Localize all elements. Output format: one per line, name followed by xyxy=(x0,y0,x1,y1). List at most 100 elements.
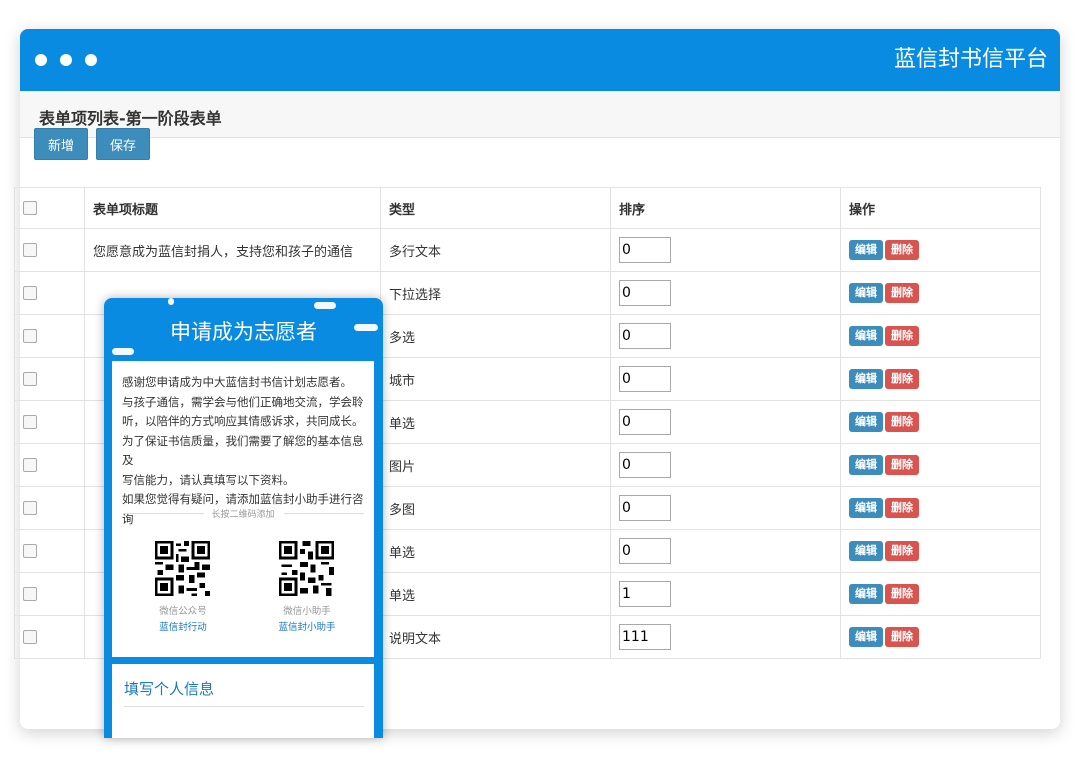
item-type: 图片 xyxy=(380,443,611,487)
row-select-cell xyxy=(14,228,85,272)
delete-button[interactable]: 删除 xyxy=(885,455,919,475)
item-actions: 编辑 删除 xyxy=(840,314,1041,358)
add-button[interactable]: 新增 xyxy=(34,128,88,160)
item-sort-cell xyxy=(610,615,841,659)
save-button[interactable]: 保存 xyxy=(96,128,150,160)
delete-button[interactable]: 删除 xyxy=(885,627,919,647)
sort-order-input[interactable] xyxy=(619,409,671,435)
sort-order-input[interactable] xyxy=(619,452,671,478)
item-actions: 编辑 删除 xyxy=(840,572,1041,616)
window-dot-icon xyxy=(85,54,97,66)
sort-order-input[interactable] xyxy=(619,237,671,263)
row-select-cell xyxy=(14,529,85,573)
row-checkbox[interactable] xyxy=(23,544,37,558)
row-select-cell xyxy=(14,572,85,616)
qr-caption: 微信公众号 xyxy=(159,606,207,617)
row-select-cell xyxy=(14,486,85,530)
cloud-icon xyxy=(314,302,336,309)
row-select-cell xyxy=(14,615,85,659)
row-checkbox[interactable] xyxy=(23,458,37,472)
divider xyxy=(124,706,364,707)
sort-order-input[interactable] xyxy=(619,495,671,521)
cloud-icon xyxy=(168,298,174,305)
qr-code-icon[interactable] xyxy=(155,541,210,596)
column-header-sort: 排序 xyxy=(610,187,841,229)
brand-title: 蓝信封书信平台 xyxy=(893,47,1048,72)
row-checkbox[interactable] xyxy=(23,415,37,429)
sort-order-input[interactable] xyxy=(619,366,671,392)
sort-order-input[interactable] xyxy=(619,624,671,650)
qr-caption: 微信小助手 xyxy=(283,606,331,617)
intro-line: 写信能力，请认真填写以下资料。 xyxy=(122,472,295,487)
row-select-cell xyxy=(14,400,85,444)
edit-button[interactable]: 编辑 xyxy=(849,326,883,346)
edit-button[interactable]: 编辑 xyxy=(849,584,883,604)
window-dot-icon xyxy=(35,54,47,66)
qr-account-name: 蓝信封小助手 xyxy=(278,622,336,633)
item-sort-cell xyxy=(610,486,841,530)
item-sort-cell xyxy=(610,314,841,358)
table-row: 您愿意成为蓝信封捐人，支持您和孩子的通信多行文本 编辑删除 xyxy=(14,228,1041,272)
preview-intro-card: 感谢您申请成为中大蓝信封书信计划志愿者。 与孩子通信，需学会与他们正确地交流，学… xyxy=(112,361,374,657)
delete-button[interactable]: 删除 xyxy=(885,412,919,432)
item-actions: 编辑 删除 xyxy=(840,486,1041,530)
delete-button[interactable]: 删除 xyxy=(885,498,919,518)
window-dot-icon xyxy=(60,54,72,66)
intro-line: 与孩子通信，需学会与他们正确地交流，学会聆 xyxy=(122,394,364,409)
sort-order-input[interactable] xyxy=(619,323,671,349)
preview-personal-info-card: 填写个人信息 xyxy=(112,664,374,738)
mobile-form-preview: 申请成为志愿者 感谢您申请成为中大蓝信封书信计划志愿者。 与孩子通信，需学会与他… xyxy=(104,298,383,738)
row-select-cell xyxy=(14,357,85,401)
delete-button[interactable]: 删除 xyxy=(885,283,919,303)
select-all-checkbox[interactable] xyxy=(23,201,37,215)
row-select-cell xyxy=(14,271,85,315)
edit-button[interactable]: 编辑 xyxy=(849,498,883,518)
sort-order-input[interactable] xyxy=(619,581,671,607)
delete-button[interactable]: 删除 xyxy=(885,584,919,604)
item-type: 多选 xyxy=(380,314,611,358)
cloud-icon xyxy=(112,348,134,355)
intro-line: 感谢您申请成为中大蓝信封书信计划志愿者。 xyxy=(122,375,352,389)
delete-button[interactable]: 删除 xyxy=(885,369,919,389)
delete-button[interactable]: 删除 xyxy=(885,240,919,260)
sort-order-input[interactable] xyxy=(619,280,671,306)
item-sort-cell xyxy=(610,357,841,401)
item-sort-cell xyxy=(610,400,841,444)
qr-account-name: 蓝信封行动 xyxy=(159,622,207,633)
row-checkbox[interactable] xyxy=(23,630,37,644)
item-title: 您愿意成为蓝信封捐人，支持您和孩子的通信 xyxy=(84,228,381,272)
edit-button[interactable]: 编辑 xyxy=(849,240,883,260)
preview-intro-text: 感谢您申请成为中大蓝信封书信计划志愿者。 与孩子通信，需学会与他们正确地交流，学… xyxy=(122,373,372,529)
row-checkbox[interactable] xyxy=(23,372,37,386)
item-sort-cell xyxy=(610,228,841,272)
title-bar: 蓝信封书信平台 xyxy=(20,29,1060,91)
edit-button[interactable]: 编辑 xyxy=(849,283,883,303)
qr-hint: 长按二维码添加 xyxy=(211,510,275,520)
item-actions: 编辑 删除 xyxy=(840,271,1041,315)
edit-button[interactable]: 编辑 xyxy=(849,455,883,475)
delete-button[interactable]: 删除 xyxy=(885,541,919,561)
row-checkbox[interactable] xyxy=(23,243,37,257)
row-select-cell xyxy=(14,314,85,358)
sort-order-input[interactable] xyxy=(619,538,671,564)
item-type: 单选 xyxy=(380,400,611,444)
row-select-cell xyxy=(14,443,85,487)
edit-button[interactable]: 编辑 xyxy=(849,412,883,432)
row-checkbox[interactable] xyxy=(23,329,37,343)
qr-code-icon[interactable] xyxy=(279,541,334,596)
item-type: 单选 xyxy=(380,572,611,616)
edit-button[interactable]: 编辑 xyxy=(849,369,883,389)
delete-button[interactable]: 删除 xyxy=(885,326,919,346)
page-title: 表单项列表-第一阶段表单 xyxy=(39,109,222,128)
row-checkbox[interactable] xyxy=(23,501,37,515)
row-checkbox[interactable] xyxy=(23,587,37,601)
intro-line: 为了保证书信质量，我们需要了解您的基本信息及 xyxy=(122,433,364,468)
item-type: 说明文本 xyxy=(380,615,611,659)
item-sort-cell xyxy=(610,572,841,616)
edit-button[interactable]: 编辑 xyxy=(849,541,883,561)
item-type: 多图 xyxy=(380,486,611,530)
edit-button[interactable]: 编辑 xyxy=(849,627,883,647)
row-checkbox[interactable] xyxy=(23,286,37,300)
item-sort-cell xyxy=(610,529,841,573)
column-header-title: 表单项标题 xyxy=(84,187,381,229)
